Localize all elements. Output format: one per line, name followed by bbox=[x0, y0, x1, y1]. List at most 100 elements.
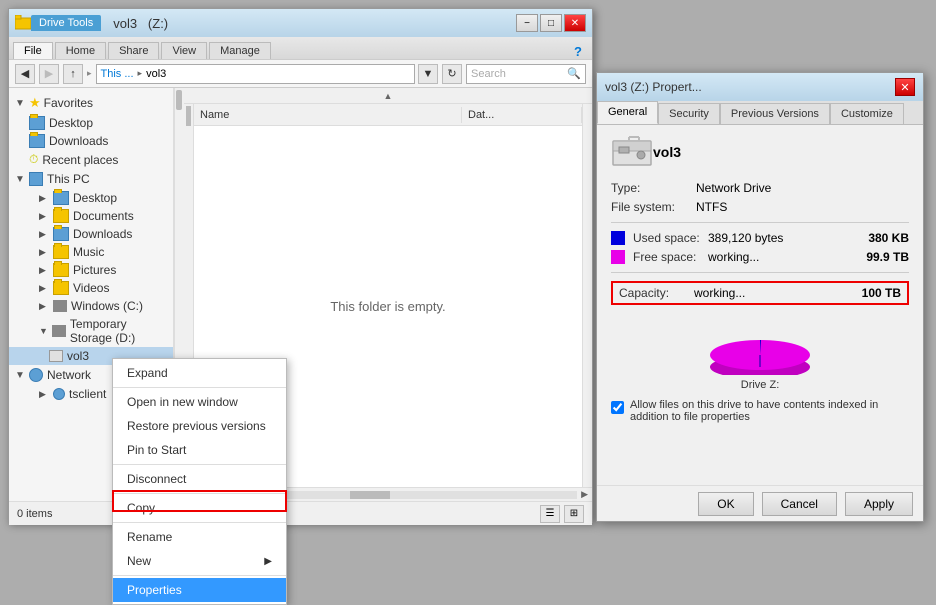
scroll-right-icon: ▶ bbox=[577, 489, 592, 500]
ctx-rename[interactable]: Rename bbox=[113, 525, 286, 549]
temp-storage-d-label: Temporary Storage (D:) bbox=[70, 317, 167, 345]
sidebar-scroll-thumb bbox=[176, 90, 182, 110]
ctx-sep-1 bbox=[113, 387, 286, 388]
sidebar-item-desktop[interactable]: Desktop bbox=[9, 114, 173, 132]
used-bytes: 389,120 bytes bbox=[708, 231, 783, 245]
restore-button[interactable]: □ bbox=[540, 14, 562, 32]
folder-icon-6 bbox=[53, 281, 69, 295]
tab-view[interactable]: View bbox=[161, 42, 207, 59]
apply-button[interactable]: Apply bbox=[845, 492, 913, 516]
ctx-properties[interactable]: Properties bbox=[113, 578, 286, 602]
tab-file[interactable]: File bbox=[13, 42, 53, 59]
desktop2-label: Desktop bbox=[73, 191, 117, 205]
sidebar-item-music[interactable]: ▶ Music bbox=[9, 243, 173, 261]
sidebar-label-desktop: Desktop bbox=[49, 116, 93, 130]
ctx-expand[interactable]: Expand bbox=[113, 361, 286, 385]
index-checkbox[interactable] bbox=[611, 401, 624, 414]
vol3-icon bbox=[49, 350, 63, 362]
favorites-label: Favorites bbox=[44, 96, 93, 110]
props-drive-name: vol3 bbox=[653, 144, 681, 160]
props-type-value: Network Drive bbox=[696, 181, 771, 195]
sidebar-item-documents[interactable]: ▶ Documents bbox=[9, 207, 173, 225]
sidebar-item-recent[interactable]: ⏱ Recent places bbox=[9, 150, 173, 169]
search-icon[interactable]: 🔍 bbox=[567, 67, 581, 80]
address-dropdown-button[interactable]: ▼ bbox=[418, 64, 438, 84]
file-column-headers: Name Dat... bbox=[194, 104, 582, 126]
ctx-restore-previous[interactable]: Restore previous versions bbox=[113, 414, 286, 438]
help-button[interactable]: ? bbox=[568, 44, 588, 59]
sidebar-group-thispc[interactable]: ▼ This PC bbox=[9, 169, 173, 189]
window-title: vol3 (Z:) bbox=[113, 16, 168, 31]
sidebar-item-desktop2[interactable]: ▶ Desktop bbox=[9, 189, 173, 207]
cancel-button[interactable]: Cancel bbox=[762, 492, 837, 516]
up-button[interactable]: ↑ bbox=[63, 64, 83, 84]
breadcrumb-item-this: This ... bbox=[101, 68, 134, 80]
ctx-copy[interactable]: Copy bbox=[113, 496, 286, 520]
props-tab-customize[interactable]: Customize bbox=[830, 103, 904, 124]
props-tab-security[interactable]: Security bbox=[658, 103, 720, 124]
tab-share[interactable]: Share bbox=[108, 42, 159, 59]
sidebar-item-downloads[interactable]: Downloads bbox=[9, 132, 173, 150]
search-box[interactable]: Search 🔍 bbox=[466, 64, 586, 84]
desktop-folder-icon bbox=[29, 116, 45, 130]
documents-label: Documents bbox=[73, 209, 134, 223]
view-details-button[interactable]: ☰ bbox=[540, 505, 560, 523]
back-button[interactable]: ◀ bbox=[15, 64, 35, 84]
sidebar-item-windows-c[interactable]: ▶ Windows (C:) bbox=[9, 297, 173, 315]
capacity-label: Capacity: bbox=[619, 286, 694, 300]
props-type-label: Type: bbox=[611, 181, 696, 195]
main-content: ▼ ★ Favorites Desktop Downloads ⏱ Recent… bbox=[9, 88, 592, 501]
props-sep-1 bbox=[611, 222, 909, 223]
folder-icon bbox=[53, 191, 69, 205]
hscroll-thumb bbox=[350, 491, 390, 499]
tab-manage[interactable]: Manage bbox=[209, 42, 271, 59]
sidebar-item-temp-d[interactable]: ▼ Temporary Storage (D:) bbox=[9, 315, 173, 347]
ok-button[interactable]: OK bbox=[698, 492, 753, 516]
tsclient-icon bbox=[53, 388, 65, 400]
sidebar-group-favorites[interactable]: ▼ ★ Favorites bbox=[9, 92, 173, 114]
address-path[interactable]: This ... ▸ vol3 bbox=[96, 64, 415, 84]
chevron-icon-4: ▶ bbox=[39, 247, 49, 258]
props-tab-previous-versions[interactable]: Previous Versions bbox=[720, 103, 830, 124]
ctx-open-new-window[interactable]: Open in new window bbox=[113, 390, 286, 414]
folder-icon-4 bbox=[53, 245, 69, 259]
ctx-disconnect[interactable]: Disconnect bbox=[113, 467, 286, 491]
chevron-icon: ▶ bbox=[39, 193, 49, 204]
props-close-button[interactable]: ✕ bbox=[895, 78, 915, 96]
folder-icon-3 bbox=[53, 227, 69, 241]
chevron-down-icon: ▼ bbox=[15, 98, 25, 109]
props-content: vol3 Type: Network Drive File system: NT… bbox=[597, 125, 923, 441]
explorer-window: Drive Tools vol3 (Z:) − □ ✕ File Home Sh… bbox=[8, 8, 593, 523]
view-large-button[interactable]: ⊞ bbox=[564, 505, 584, 523]
free-human: 99.9 TB bbox=[866, 250, 909, 264]
music-label: Music bbox=[73, 245, 104, 259]
sidebar-item-downloads2[interactable]: ▶ Downloads bbox=[9, 225, 173, 243]
chevron-down-icon-3: ▼ bbox=[15, 370, 25, 381]
sidebar-item-videos[interactable]: ▶ Videos bbox=[9, 279, 173, 297]
minimize-button[interactable]: − bbox=[516, 14, 538, 32]
tab-home[interactable]: Home bbox=[55, 42, 106, 59]
breadcrumb-arrow: ▸ bbox=[134, 68, 147, 79]
forward-button[interactable]: ▶ bbox=[39, 64, 59, 84]
refresh-button[interactable]: ↻ bbox=[442, 64, 462, 84]
sidebar-item-pictures[interactable]: ▶ Pictures bbox=[9, 261, 173, 279]
chevron-icon-7: ▶ bbox=[39, 301, 49, 312]
close-button[interactable]: ✕ bbox=[564, 14, 586, 32]
folder-icon-2 bbox=[53, 209, 69, 223]
props-drive-header: vol3 bbox=[611, 135, 909, 169]
used-human: 380 KB bbox=[868, 231, 909, 245]
ctx-pin-to-start[interactable]: Pin to Start bbox=[113, 438, 286, 462]
col-header-date[interactable]: Dat... bbox=[462, 107, 582, 123]
props-title-bar: vol3 (Z:) Propert... ✕ bbox=[597, 73, 923, 101]
ctx-new[interactable]: New ▶ bbox=[113, 549, 286, 573]
network-label: Network bbox=[47, 368, 91, 382]
file-right-scroll[interactable] bbox=[582, 104, 592, 487]
col-header-name[interactable]: Name bbox=[194, 107, 462, 123]
sidebar-label-downloads: Downloads bbox=[49, 134, 108, 148]
props-tabs: General Security Previous Versions Custo… bbox=[597, 101, 923, 125]
props-tab-general[interactable]: General bbox=[597, 101, 658, 124]
ctx-sep-3 bbox=[113, 493, 286, 494]
props-checkbox-area: Allow files on this drive to have conten… bbox=[611, 399, 909, 423]
scroll-indicator-top: ▲ bbox=[184, 88, 592, 104]
downloads2-label: Downloads bbox=[73, 227, 132, 241]
